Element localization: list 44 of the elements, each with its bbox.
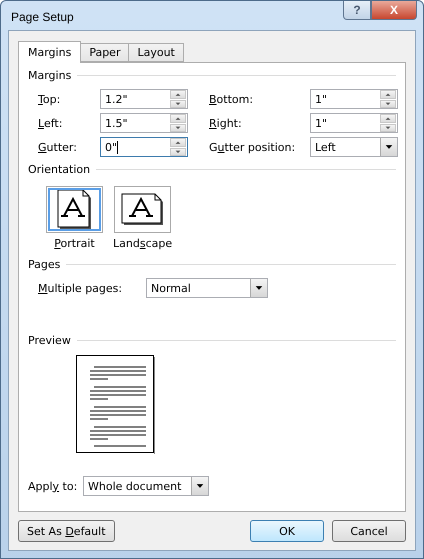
spin-up-icon[interactable] <box>170 90 186 98</box>
orientation-label: Landscape <box>113 237 172 250</box>
section-heading: Margins <box>28 69 72 82</box>
section-heading: Preview <box>28 334 71 347</box>
orientation-button[interactable] <box>114 186 172 233</box>
section-heading: Orientation <box>28 163 90 176</box>
dropdown[interactable]: Normal <box>146 278 268 298</box>
spin-down-icon[interactable] <box>170 148 186 156</box>
dialog-button[interactable]: Cancel <box>332 520 406 542</box>
portrait-page-icon <box>57 189 92 230</box>
section-heading: Pages <box>28 258 60 271</box>
spin-field[interactable]: 0" <box>100 137 188 157</box>
spin-up-icon[interactable] <box>380 90 396 98</box>
spin-field[interactable]: 1" <box>310 113 398 133</box>
field-label: Multiple pages: <box>38 282 124 294</box>
tab[interactable]: Layout <box>128 43 184 62</box>
spin-down-icon[interactable] <box>170 100 186 108</box>
tab[interactable]: Paper <box>80 43 130 62</box>
set-default-button[interactable]: Set As Default <box>18 520 115 542</box>
orientation-label: Portrait <box>54 237 95 250</box>
spin-down-icon[interactable] <box>170 124 186 132</box>
window-title: Page Setup <box>11 10 75 24</box>
landscape-page-icon <box>121 193 164 226</box>
help-button[interactable]: ? <box>343 1 371 20</box>
field-label: Gutter position: <box>209 140 296 154</box>
field-label: Bottom: <box>209 92 254 106</box>
spin-field[interactable]: 1.2" <box>100 89 188 109</box>
spin-down-icon[interactable] <box>380 100 396 108</box>
spin-up-icon[interactable] <box>170 114 186 122</box>
spin-up-icon[interactable] <box>380 114 396 122</box>
field-label: Gutter: <box>38 140 78 154</box>
field-label: Right: <box>209 116 243 130</box>
dialog-button[interactable]: OK <box>250 520 324 542</box>
spin-down-icon[interactable] <box>380 124 396 132</box>
spin-field[interactable]: 1" <box>310 89 398 109</box>
tab[interactable]: Margins <box>18 41 82 63</box>
field-label: Apply to: <box>28 480 78 492</box>
field-label: Top: <box>38 92 62 106</box>
orientation-button[interactable] <box>46 186 103 233</box>
dropdown[interactable]: Whole document <box>83 476 209 496</box>
spin-field[interactable]: 1.5" <box>100 113 188 133</box>
spin-up-icon[interactable] <box>170 138 186 146</box>
dropdown[interactable]: Left <box>310 137 398 157</box>
field-label: Left: <box>38 116 64 130</box>
